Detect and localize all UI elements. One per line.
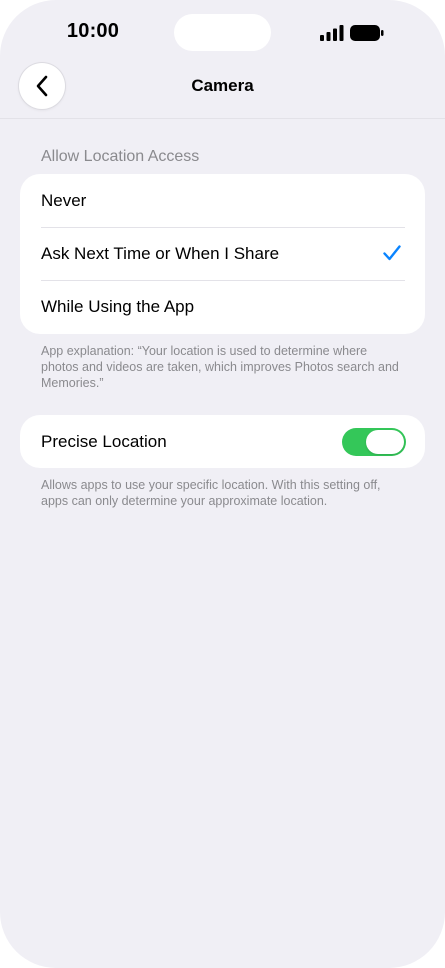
toggle-knob — [366, 430, 404, 454]
status-time: 10:00 — [66, 20, 120, 42]
option-label: While Using the App — [41, 296, 195, 316]
option-ask-next-time[interactable]: Ask Next Time or When I Share — [20, 227, 425, 280]
status-bar: 10:00 — [0, 0, 445, 64]
phone-screen: 10:00 Camera Allow Location Access Never… — [0, 0, 445, 968]
location-access-options: Never Ask Next Time or When I Share Whil… — [20, 174, 425, 334]
cellular-signal-icon — [320, 25, 344, 41]
battery-icon — [350, 25, 384, 41]
dynamic-island — [174, 14, 271, 51]
option-never[interactable]: Never — [20, 174, 425, 227]
option-label: Never — [41, 190, 87, 210]
option-label: Ask Next Time or When I Share — [41, 243, 280, 263]
precise-location-toggle[interactable] — [342, 428, 406, 456]
page-title: Camera — [191, 76, 254, 95]
checkmark-icon — [383, 245, 401, 261]
app-explanation-text: App explanation: “Your location is used … — [41, 344, 399, 390]
precise-location-group: Precise Location — [20, 415, 425, 468]
precise-location-description: Allows apps to use your specific locatio… — [41, 478, 381, 508]
precise-location-label: Precise Location — [41, 431, 167, 451]
option-while-using[interactable]: While Using the App — [20, 280, 425, 333]
section-header-location-access: Allow Location Access — [41, 148, 200, 165]
navigation-bar: Camera — [0, 60, 445, 119]
